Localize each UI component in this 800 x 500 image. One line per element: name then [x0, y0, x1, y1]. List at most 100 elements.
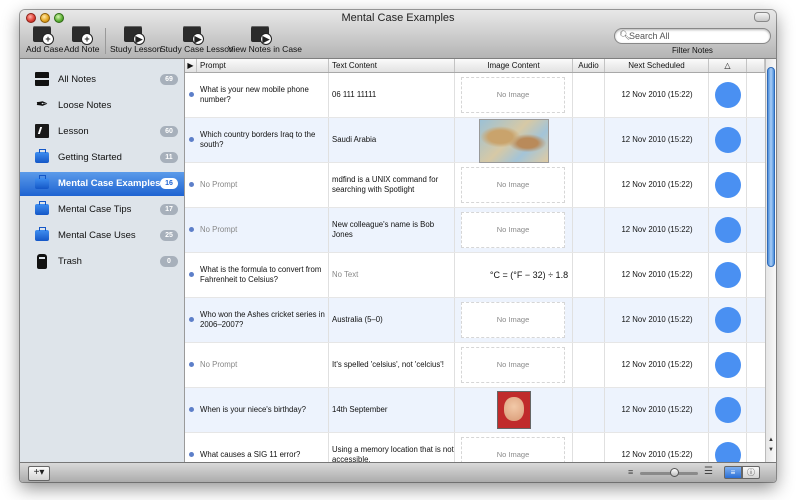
text-content-cell[interactable]: No Text — [329, 253, 455, 297]
next-scheduled-cell[interactable]: 12 Nov 2010 (15:22) — [605, 73, 709, 117]
text-content-cell[interactable]: mdfind is a UNIX command for searching w… — [329, 163, 455, 207]
toolbar-button-4[interactable]: ▶ View Notes in Case — [228, 26, 302, 56]
table-row[interactable]: What causes a SIG 11 error? Using a memor… — [185, 433, 765, 462]
next-scheduled-cell[interactable]: 12 Nov 2010 (15:22) — [605, 253, 709, 297]
audio-cell[interactable] — [573, 253, 605, 297]
prompt-cell[interactable]: What is the formula to convert from Fahr… — [185, 253, 329, 297]
strength-cell[interactable] — [709, 298, 747, 342]
scroll-up-arrow[interactable]: ▲ — [768, 437, 774, 443]
sidebar-item-trash[interactable]: Trash 0 — [20, 250, 184, 274]
toolbar-toggle-button[interactable] — [754, 12, 770, 22]
table-row[interactable]: Which country borders Iraq to the south?… — [185, 118, 765, 163]
audio-cell[interactable] — [573, 73, 605, 117]
image-content-cell[interactable]: No Image — [455, 208, 573, 252]
audio-cell[interactable] — [573, 433, 605, 462]
photo-thumbnail — [497, 391, 531, 429]
info-button[interactable]: ⓘ — [742, 466, 760, 479]
table-row[interactable]: When is your niece's birthday? 14th Septe… — [185, 388, 765, 433]
strength-cell[interactable] — [709, 118, 747, 162]
table-row[interactable]: Who won the Ashes cricket series in 2006… — [185, 298, 765, 343]
strength-cell[interactable] — [709, 73, 747, 117]
next-scheduled-cell[interactable]: 12 Nov 2010 (15:22) — [605, 298, 709, 342]
table-row[interactable]: No Prompt mdfind is a UNIX command for se… — [185, 163, 765, 208]
table-row[interactable]: What is the formula to convert from Fahr… — [185, 253, 765, 298]
strength-cell[interactable] — [709, 253, 747, 297]
scroll-down-arrow[interactable]: ▼ — [768, 447, 774, 453]
audio-cell[interactable] — [573, 388, 605, 432]
audio-cell[interactable] — [573, 118, 605, 162]
sidebar-item-loose-notes[interactable]: ✒︎ Loose Notes — [20, 94, 184, 118]
strength-cell[interactable] — [709, 208, 747, 252]
next-scheduled-cell[interactable]: 12 Nov 2010 (15:22) — [605, 118, 709, 162]
prompt-cell[interactable]: No Prompt — [185, 163, 329, 207]
strength-cell[interactable] — [709, 343, 747, 387]
audio-cell[interactable] — [573, 343, 605, 387]
image-content-cell[interactable]: No Image — [455, 73, 573, 117]
toolbar-icon-glyph: + — [42, 33, 54, 45]
sidebar-item-all-notes[interactable]: All Notes 69 — [20, 68, 184, 92]
next-scheduled-cell[interactable]: 12 Nov 2010 (15:22) — [605, 343, 709, 387]
image-content-cell[interactable] — [455, 118, 573, 163]
text-content-cell[interactable]: Using a memory location that is not acce… — [329, 433, 455, 462]
text-content-cell[interactable]: It's spelled 'celsius', not 'celcius'! — [329, 343, 455, 387]
audio-cell[interactable] — [573, 208, 605, 252]
audio-cell[interactable] — [573, 163, 605, 207]
next-scheduled-column-header[interactable]: Next Scheduled — [605, 59, 709, 72]
text-content-cell[interactable]: New colleague's name is Bob Jones — [329, 208, 455, 252]
image-content-cell[interactable] — [455, 388, 573, 432]
slider-knob[interactable] — [670, 468, 680, 477]
text-content-cell[interactable]: Saudi Arabia — [329, 118, 455, 162]
text-content: No Text — [332, 270, 359, 279]
strength-cell[interactable] — [709, 388, 747, 432]
image-content-cell[interactable]: No Image — [455, 343, 573, 387]
sidebar-item-mental-case-uses[interactable]: Mental Case Uses 25 — [20, 224, 184, 248]
prompt-cell[interactable]: No Prompt — [185, 208, 329, 252]
next-scheduled-cell[interactable]: 12 Nov 2010 (15:22) — [605, 208, 709, 252]
prompt-cell[interactable]: What causes a SIG 11 error? — [185, 433, 329, 462]
prompt-cell[interactable]: What is your new mobile phone number? — [185, 73, 329, 117]
add-menu-button[interactable]: +▾ — [28, 466, 50, 481]
search-field[interactable]: 🔍︎ — [614, 28, 771, 44]
next-scheduled-cell[interactable]: 12 Nov 2010 (15:22) — [605, 388, 709, 432]
toolbar-button-1[interactable]: + Add Note — [64, 26, 99, 56]
search-input[interactable] — [629, 29, 764, 43]
toolbar-button-3[interactable]: ▶ Study Case Lesson — [160, 26, 234, 56]
text-content-column-header[interactable]: Text Content — [329, 59, 455, 72]
toolbar-button-0[interactable]: + Add Case — [26, 26, 63, 56]
audio-cell[interactable] — [573, 298, 605, 342]
prompt-cell[interactable]: When is your niece's birthday? — [185, 388, 329, 432]
strength-cell[interactable] — [709, 433, 747, 462]
sidebar-item-lesson[interactable]: Lesson 60 — [20, 120, 184, 144]
image-content-cell[interactable]: °C = (°F − 32) ÷ 1.8 — [455, 253, 573, 297]
image-content-column-header[interactable]: Image Content — [455, 59, 573, 72]
prompt-column-header[interactable]: Prompt — [197, 59, 329, 72]
audio-column-header[interactable]: Audio — [573, 59, 605, 72]
image-content-cell[interactable]: No Image — [455, 163, 573, 207]
sidebar-item-mental-case-examples[interactable]: Mental Case Examples 16 — [20, 172, 184, 196]
toolbar-button-2[interactable]: ▶ Study Lesson — [110, 26, 162, 56]
prompt-cell[interactable]: No Prompt — [185, 343, 329, 387]
sidebar-item-mental-case-tips[interactable]: Mental Case Tips 17 — [20, 198, 184, 222]
text-content-cell[interactable]: 14th September — [329, 388, 455, 432]
strength-column-header[interactable]: △ — [709, 59, 747, 72]
expand-column-header[interactable]: ▶ — [185, 59, 197, 72]
row-height-slider[interactable] — [640, 468, 698, 477]
table-row[interactable]: What is your new mobile phone number? 06 … — [185, 73, 765, 118]
image-content-cell[interactable]: No Image — [455, 298, 573, 342]
case-icon — [35, 175, 49, 189]
table-row[interactable]: No Prompt It's spelled 'celsius', not 'ce… — [185, 343, 765, 388]
image-content-cell[interactable]: No Image — [455, 433, 573, 462]
next-scheduled-cell[interactable]: 12 Nov 2010 (15:22) — [605, 433, 709, 462]
text-content-cell[interactable]: 06 111 11111 — [329, 73, 455, 117]
vertical-scrollbar[interactable]: ▲ ▼ — [765, 59, 776, 462]
text-content-cell[interactable]: Australia (5–0) — [329, 298, 455, 342]
sidebar-item-getting-started[interactable]: Getting Started 11 — [20, 146, 184, 170]
prompt-cell[interactable]: Which country borders Iraq to the south? — [185, 118, 329, 162]
scrollbar-thumb[interactable] — [767, 67, 775, 267]
strength-cell[interactable] — [709, 163, 747, 207]
prompt-cell[interactable]: Who won the Ashes cricket series in 2006… — [185, 298, 329, 342]
list-view-button[interactable]: ≡ — [724, 466, 742, 479]
next-scheduled-cell[interactable]: 12 Nov 2010 (15:22) — [605, 163, 709, 207]
table-row[interactable]: No Prompt New colleague's name is Bob Jon… — [185, 208, 765, 253]
sidebar-item-label: Getting Started — [58, 152, 122, 163]
